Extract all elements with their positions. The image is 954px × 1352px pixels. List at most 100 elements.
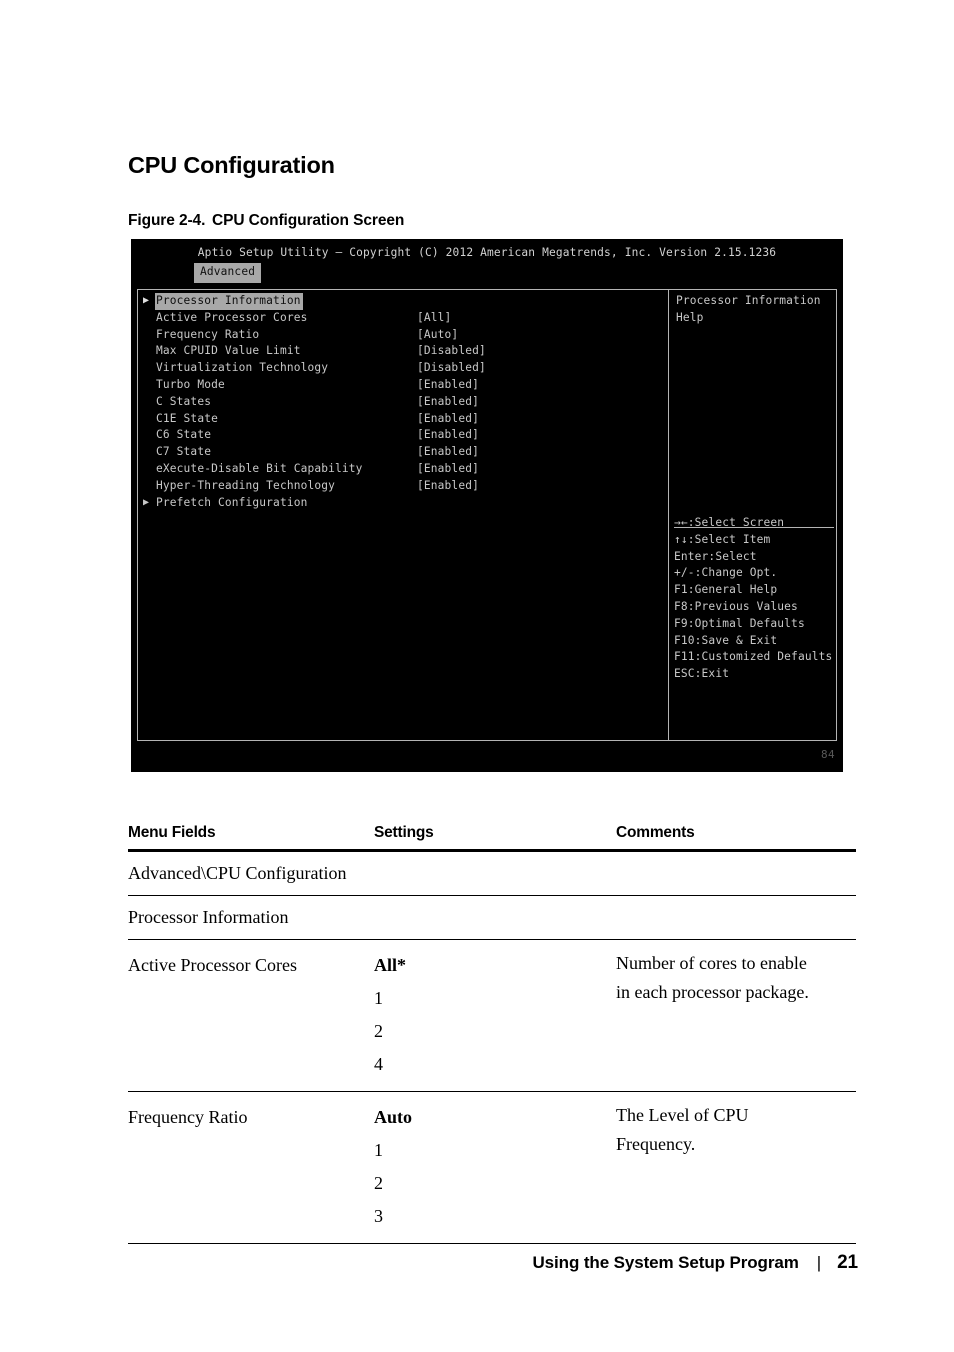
bios-screenshot: Aptio Setup Utility – Copyright (C) 2012…	[131, 239, 843, 772]
bios-help-line: Processor Information	[676, 294, 821, 307]
table-cell-settings: All* 1 2 4	[374, 940, 616, 1091]
bios-menu-row[interactable]: Active Processor Cores [All]	[139, 310, 664, 327]
table-cell-comments	[616, 896, 856, 939]
bios-menu-label: Prefetch Configuration	[156, 495, 308, 509]
setting-option: 2	[374, 1021, 383, 1041]
table-body: Advanced\CPU Configuration Processor Info…	[128, 852, 856, 1244]
bios-menu-label: Active Processor Cores	[156, 310, 308, 324]
bios-menu-row[interactable]: C1E State [Enabled]	[139, 411, 664, 428]
bios-key-legend-line: F8:Previous Values	[674, 599, 798, 613]
bios-menu-row[interactable]: Turbo Mode [Enabled]	[139, 377, 664, 394]
bios-menu-value[interactable]: [Enabled]	[417, 444, 479, 461]
comment-line: in each processor package.	[616, 982, 809, 1002]
bios-menu-label: Max CPUID Value Limit	[156, 344, 301, 358]
bios-menu-value[interactable]: [Enabled]	[417, 478, 479, 495]
table-cell-comments: Number of cores to enable in each process…	[616, 940, 856, 1091]
setting-option: All*	[374, 955, 407, 975]
page-title: CPU Configuration	[128, 152, 335, 178]
figure-title: CPU Configuration Screen	[212, 212, 405, 229]
bios-panel-divider	[668, 289, 669, 741]
bios-menu-list: ▶ Processor Information Active Processor C…	[139, 293, 664, 511]
bios-menu-row[interactable]: Max CPUID Value Limit [Disabled]	[139, 343, 664, 360]
bios-key-legend-line: ESC:Exit	[674, 667, 730, 681]
column-header-settings: Settings	[374, 824, 434, 841]
table-row: Frequency Ratio Auto 1 2 3 The Level of CPU Fr…	[128, 1092, 856, 1244]
setting-option: 1	[374, 1140, 383, 1160]
bios-key-legend-line: ↑↓:Select Item	[674, 532, 771, 546]
bios-help-line: Help	[676, 310, 704, 324]
setting-option: Auto	[374, 1107, 413, 1127]
submenu-arrow-icon: ▶	[143, 496, 150, 508]
bios-menu-label: C7 State	[156, 445, 212, 459]
bios-key-legend-line: +/-:Change Opt.	[674, 566, 778, 580]
bios-title-bar: Aptio Setup Utility – Copyright (C) 2012…	[197, 246, 777, 259]
bios-menu-value[interactable]: [Enabled]	[417, 461, 479, 478]
bios-menu-value[interactable]: [Enabled]	[417, 394, 479, 411]
bios-menu-value[interactable]: [Enabled]	[417, 411, 479, 428]
table-cell-comments: The Level of CPU Frequency.	[616, 1092, 856, 1243]
bios-tab-advanced[interactable]: Advanced	[194, 263, 262, 283]
table-cell-settings	[374, 896, 616, 939]
table-cell-menu-field: Advanced\CPU Configuration	[128, 863, 347, 883]
comment-line: Number of cores to enable	[616, 953, 807, 973]
footer-page-number: 21	[837, 1252, 858, 1273]
bios-menu-row[interactable]: C7 State [Enabled]	[139, 444, 664, 461]
bios-menu-label: Processor Information	[155, 293, 303, 310]
bios-menu-label: Hyper-Threading Technology	[156, 478, 336, 492]
column-header-comments: Comments	[616, 824, 695, 841]
bios-menu-row[interactable]: Virtualization Technology [Disabled]	[139, 360, 664, 377]
bios-menu-row[interactable]: ▶ Prefetch Configuration	[139, 495, 664, 512]
table-cell-settings	[374, 852, 616, 895]
table-row: Advanced\CPU Configuration	[128, 852, 856, 896]
table-cell-menu-field: Frequency Ratio	[128, 1107, 248, 1127]
bios-key-legend-line: Enter:Select	[674, 549, 757, 563]
bios-key-legend-line: F10:Save & Exit	[674, 633, 778, 647]
submenu-arrow-icon: ▶	[143, 295, 150, 306]
bios-key-legend-line: →←:Select Screen	[674, 516, 785, 529]
footer-separator: |	[816, 1253, 822, 1272]
footer-chapter: Using the System Setup Program	[532, 1253, 799, 1272]
bios-menu-label: Frequency Ratio	[156, 327, 260, 341]
bios-help-pane: Processor Information Help	[676, 293, 832, 327]
table-cell-comments	[616, 852, 856, 895]
bios-menu-value[interactable]: [Enabled]	[417, 377, 479, 394]
bios-menu-value[interactable]: [Disabled]	[417, 343, 486, 360]
page-footer: Using the System Setup Program | 21	[0, 1252, 954, 1274]
table-row: Active Processor Cores All* 1 2 4 Number of c…	[128, 940, 856, 1092]
setting-option: 1	[374, 988, 383, 1008]
bios-menu-row[interactable]: ▶ Processor Information	[139, 293, 664, 310]
bios-menu-label: C1E State	[156, 411, 218, 425]
figure-number: Figure 2-4.	[128, 212, 206, 229]
bios-corner-code: 84	[820, 748, 835, 762]
column-header-menu-fields: Menu Fields	[128, 824, 216, 841]
bios-menu-row[interactable]: Hyper-Threading Technology [Enabled]	[139, 478, 664, 495]
setting-option: 4	[374, 1054, 383, 1074]
bios-menu-value[interactable]: [Disabled]	[417, 360, 486, 377]
table-cell-menu-field: Active Processor Cores	[128, 955, 297, 975]
bios-key-legend-line: F1:General Help	[674, 583, 778, 597]
bios-menu-row[interactable]: C6 State [Enabled]	[139, 427, 664, 444]
table-cell-settings: Auto 1 2 3	[374, 1092, 616, 1243]
bios-menu-row[interactable]: Frequency Ratio [Auto]	[139, 327, 664, 344]
bios-menu-row[interactable]: C States [Enabled]	[139, 394, 664, 411]
table-cell-menu-field: Processor Information	[128, 907, 289, 927]
bios-key-legend-line: F9:Optimal Defaults	[674, 616, 805, 630]
table-row: Processor Information	[128, 896, 856, 940]
bios-menu-label: Virtualization Technology	[156, 361, 329, 375]
table-header-row: Menu Fields Settings Comments	[128, 822, 856, 852]
bios-menu-value[interactable]: [Enabled]	[417, 427, 479, 444]
bios-menu-label: C6 State	[156, 428, 212, 442]
comment-line: The Level of CPU	[616, 1105, 749, 1125]
setting-option: 3	[374, 1206, 383, 1226]
bios-menu-value[interactable]: [All]	[417, 310, 451, 327]
setting-option: 2	[374, 1173, 383, 1193]
bios-key-legend-line: F11:Customized Defaults	[674, 650, 833, 664]
reference-table: Menu Fields Settings Comments Advanced\C…	[128, 822, 856, 1244]
figure-caption: Figure 2-4. CPU Configuration Screen	[128, 212, 404, 230]
bios-key-legend: →←:Select Screen ↑↓:Select Item Enter:Sele…	[674, 515, 836, 683]
comment-line: Frequency.	[616, 1134, 696, 1154]
bios-menu-label: Turbo Mode	[156, 377, 225, 391]
bios-menu-label: eXecute-Disable Bit Capability	[156, 461, 363, 475]
bios-menu-value[interactable]: [Auto]	[417, 327, 458, 344]
bios-menu-row[interactable]: eXecute-Disable Bit Capability [Enabled]	[139, 461, 664, 478]
